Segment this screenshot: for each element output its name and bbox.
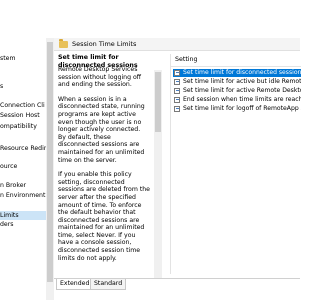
- setting-label: Set time limit for active but idle Remot…: [183, 78, 301, 85]
- tree-item-session-host[interactable]: Session Host: [0, 111, 46, 120]
- policy-setting-icon: [174, 88, 180, 94]
- setting-label: Set time limit for logoff of RemoteApp s…: [183, 105, 301, 112]
- tree-item-source[interactable]: ource: [0, 162, 46, 171]
- setting-row-remoteapp-logoff[interactable]: Set time limit for logoff of RemoteApp s…: [173, 105, 301, 113]
- description-scrollbar[interactable]: [154, 70, 162, 286]
- settings-list: Setting Set time limit for disconnected …: [170, 54, 301, 274]
- folder-header: Session Time Limits: [54, 38, 300, 51]
- tree-item-system[interactable]: stem: [0, 54, 46, 63]
- setting-row-active-session[interactable]: Set time limit for active Remote Desktop…: [173, 87, 301, 95]
- tree-item-connection-client[interactable]: Connection Cli: [0, 101, 46, 110]
- navigation-tree: stem s Connection Cli Session Host ompat…: [0, 38, 47, 300]
- description-paragraph: Remote Desktop Services session without …: [58, 66, 142, 89]
- setting-label: Set time limit for disconnected sessions: [183, 69, 301, 76]
- setting-label: Set time limit for active Remote Desktop…: [183, 87, 301, 94]
- description-body: Remote Desktop Services session without …: [58, 66, 150, 284]
- tree-item-connection-broker[interactable]: n Broker: [0, 181, 46, 190]
- description-paragraph: When a session is in a disconnected stat…: [58, 95, 145, 164]
- setting-row-active-idle[interactable]: Set time limit for active but idle Remot…: [173, 78, 301, 86]
- tree-scrollbar-thumb[interactable]: [47, 42, 53, 282]
- setting-row-end-session[interactable]: End session when time limits are reached: [173, 96, 301, 104]
- setting-column-header[interactable]: Setting: [171, 54, 301, 67]
- tree-item-devices[interactable]: s: [0, 82, 46, 91]
- folder-title: Session Time Limits: [72, 40, 137, 48]
- main-pane: Session Time Limits Set time limit for d…: [54, 38, 301, 300]
- setting-row-disconnected-sessions[interactable]: Set time limit for disconnected sessions: [173, 69, 301, 77]
- tree-item-compatibility[interactable]: ompatibility: [0, 122, 46, 131]
- policy-setting-icon: [174, 79, 180, 85]
- folder-icon: [59, 39, 68, 48]
- policy-setting-icon: [174, 106, 180, 112]
- description-panel: Set time limit for disconnected sessions…: [58, 54, 162, 296]
- setting-label: End session when time limits are reached: [183, 96, 301, 103]
- tree-item-session-time-limits[interactable]: Limits: [0, 211, 46, 220]
- tree-scrollbar[interactable]: [46, 38, 54, 300]
- policy-setting-icon: [174, 97, 180, 103]
- description-scrollbar-thumb[interactable]: [155, 72, 161, 132]
- policy-setting-icon: [174, 70, 180, 76]
- tab-extended[interactable]: Extended: [56, 279, 94, 290]
- tree-item-session-environment[interactable]: n Environment: [0, 191, 46, 200]
- tree-item-folders[interactable]: ders: [0, 220, 46, 229]
- tree-item-resource-redirection[interactable]: Resource Redirec: [0, 144, 46, 153]
- description-paragraph: If you enable this policy setting, disco…: [58, 171, 150, 262]
- view-tab-bar: Extended Standard: [54, 278, 300, 291]
- tab-standard[interactable]: Standard: [90, 279, 127, 290]
